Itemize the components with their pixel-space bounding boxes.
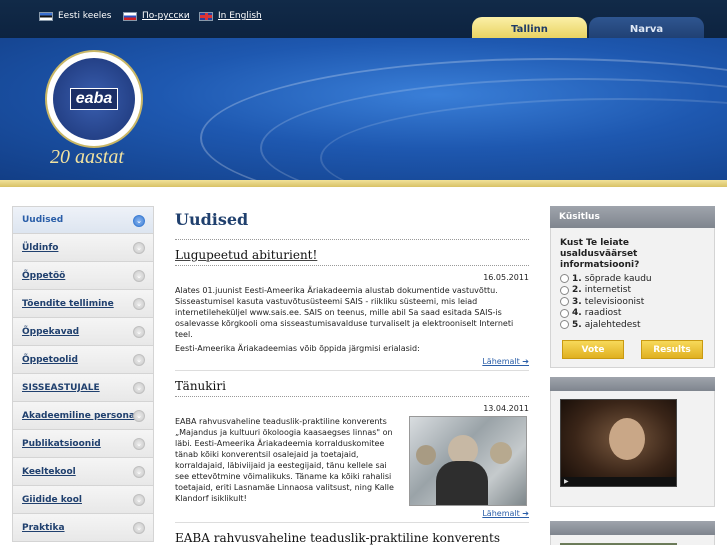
nav-item-keeltekool[interactable]: Keeltekool ⌄ — [12, 458, 154, 486]
poll-panel: Kust Te leiate usaldusväärset informatsi… — [550, 228, 715, 368]
chevron-down-icon: ⌄ — [133, 298, 145, 310]
lang-english-link[interactable]: In English — [199, 11, 262, 21]
article-date: 16.05.2011 — [483, 273, 529, 282]
results-button[interactable]: Results — [641, 339, 703, 359]
nav-item-oppekavad[interactable]: Õppekavad ⌄ — [12, 318, 154, 346]
video-controls[interactable]: ▶ — [561, 476, 676, 486]
chevron-down-icon: ⌄ — [133, 242, 145, 254]
vote-button[interactable]: Vote — [562, 339, 624, 359]
gallery-panel-header — [550, 520, 715, 535]
chevron-down-icon: ⌄ — [133, 494, 145, 506]
eaba-logo[interactable]: eaba — [47, 52, 141, 146]
poll-option[interactable]: 4. raadiost — [560, 308, 705, 320]
radio-icon[interactable] — [560, 320, 569, 330]
poll-question: Kust Te leiate usaldusväärset informatsi… — [560, 238, 640, 270]
nav-item-giidide-kool[interactable]: Giidide kool ⌄ — [12, 486, 154, 514]
chevron-down-icon: ⌄ — [133, 522, 145, 534]
read-more-link[interactable]: Lähemalt ➔ — [175, 357, 529, 371]
nav-item-toendite-tellimine[interactable]: Tõendite tellimine ⌄ — [12, 290, 154, 318]
article-title-link[interactable]: Lugupeetud abiturient! — [175, 248, 529, 266]
article-photo[interactable] — [409, 416, 527, 506]
poll-option[interactable]: 5. ajalehtedest — [560, 319, 705, 331]
chevron-down-icon: ⌄ — [133, 382, 145, 394]
anniversary-text: 20 aastat — [50, 146, 124, 168]
read-more-link[interactable]: Lähemalt ➔ — [175, 509, 529, 523]
nav-item-akadeemiline-personal[interactable]: Akadeemiline personal ⌄ — [12, 402, 154, 430]
nav-item-praktika[interactable]: Praktika ⌄ — [12, 514, 154, 542]
nav-item-uldinfo[interactable]: Üldinfo ⌄ — [12, 234, 154, 262]
poll-heading: Küsitlus — [550, 206, 715, 228]
article-title-link[interactable]: Tänukiri — [175, 379, 529, 397]
article-date: 13.04.2011 — [483, 404, 529, 413]
chevron-down-icon: ⌄ — [133, 466, 145, 478]
chevron-down-icon: ⌄ — [133, 354, 145, 366]
nav-item-publikatsioonid[interactable]: Publikatsioonid ⌄ — [12, 430, 154, 458]
poll-option[interactable]: 1. sõprade kaudu — [560, 273, 705, 285]
video-player[interactable]: ▶ — [560, 398, 677, 487]
article-title-link[interactable]: EABA rahvusvaheline teaduslik-praktiline… — [175, 531, 529, 545]
chevron-down-icon: ⌄ — [133, 270, 145, 282]
radio-icon[interactable] — [560, 297, 569, 307]
gallery-panel — [550, 520, 715, 545]
main-content: Uudised Lugupeetud abiturient! 16.05.201… — [175, 210, 529, 545]
nav-item-oppetoolid[interactable]: Õppetoolid ⌄ — [12, 346, 154, 374]
chevron-down-icon: ⌄ — [133, 410, 145, 422]
news-article: Tänukiri 13.04.2011 EABA rahvusvaheline … — [175, 379, 529, 523]
flag-ee-icon — [39, 11, 53, 21]
sidebar-nav: Uudised ⌄ Üldinfo ⌄ Õppetöö ⌄ Tõendite tell… — [12, 206, 154, 542]
page-title: Uudised — [175, 210, 529, 240]
flag-gb-icon — [199, 11, 213, 21]
lang-russian-link[interactable]: По-русски — [123, 11, 190, 21]
article-body: EABA rahvusvaheline teaduslik-praktiline… — [175, 417, 394, 503]
right-sidebar: Küsitlus Kust Te leiate usaldusväärset i… — [550, 206, 715, 545]
nav-item-uudised[interactable]: Uudised ⌄ — [12, 206, 154, 234]
radio-icon[interactable] — [560, 308, 569, 318]
flag-ru-icon — [123, 11, 137, 21]
radio-icon[interactable] — [560, 274, 569, 284]
article-body-extra: Eesti-Ameerika Äriakadeemias võib õppida… — [175, 344, 420, 353]
lang-estonian-link[interactable]: Eesti keeles — [39, 11, 112, 21]
news-article: EABA rahvusvaheline teaduslik-praktiline… — [175, 531, 529, 545]
nav-item-oppetoo[interactable]: Õppetöö ⌄ — [12, 262, 154, 290]
gold-divider — [0, 180, 727, 187]
chevron-down-icon: ⌄ — [133, 438, 145, 450]
radio-icon[interactable] — [560, 285, 569, 295]
video-panel-header — [550, 376, 715, 391]
video-panel: ▶ — [550, 376, 715, 507]
poll-option[interactable]: 2. internetist — [560, 285, 705, 297]
chevron-down-icon: ⌄ — [133, 326, 145, 338]
logo-text: eaba — [69, 88, 119, 110]
news-article: Lugupeetud abiturient! 16.05.2011 Alates… — [175, 248, 529, 371]
chevron-down-icon: ⌄ — [133, 215, 145, 227]
nav-item-sisseastujale[interactable]: SISSEASTUJALE ⌄ — [12, 374, 154, 402]
article-body: Alates 01.juunist Eesti-Ameerika Äriakad… — [175, 286, 514, 339]
poll-option[interactable]: 3. televisioonist — [560, 296, 705, 308]
play-icon[interactable]: ▶ — [564, 478, 569, 485]
